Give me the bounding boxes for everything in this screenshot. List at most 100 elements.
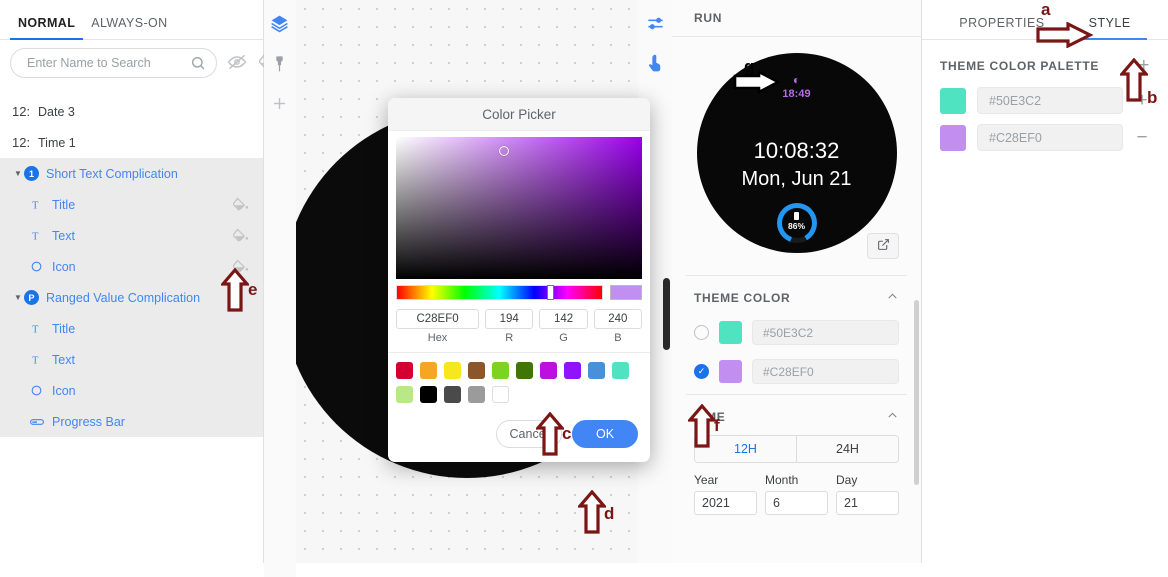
tree-item-title[interactable]: T Title [0, 313, 263, 344]
text-icon: T [30, 322, 52, 335]
watch-face-preview[interactable]: ◐ 18:49 10:08:32 Mon, Jun 21 86% [696, 53, 897, 253]
preset-swatch[interactable] [492, 362, 509, 379]
search-icon[interactable] [190, 55, 206, 71]
chevron-down-icon[interactable]: ▼ [12, 169, 24, 178]
green-input[interactable] [539, 309, 588, 329]
theme-color-swatch-2[interactable] [719, 360, 742, 383]
svg-text:T: T [32, 355, 39, 366]
preset-swatch[interactable] [564, 362, 581, 379]
open-in-new-button[interactable] [867, 233, 899, 259]
theme-color-radio-2[interactable]: ✓ [694, 364, 709, 379]
tree-item-icon[interactable]: Icon [0, 375, 263, 406]
chevron-up-icon[interactable] [886, 409, 899, 425]
preset-swatch[interactable] [444, 362, 461, 379]
hue-slider-handle[interactable] [546, 285, 554, 300]
tree-item-progress-bar[interactable]: Progress Bar [0, 406, 263, 437]
tree-group-ranged-value-complication[interactable]: ▼ P Ranged Value Complication [0, 282, 263, 313]
preset-swatch[interactable] [588, 362, 605, 379]
hex-field-group: Hex [396, 309, 480, 344]
paint-bucket-icon[interactable] [232, 196, 251, 214]
day-input[interactable] [836, 491, 899, 515]
touch-icon[interactable] [646, 54, 666, 74]
preset-swatch[interactable] [492, 386, 509, 403]
palette-row: #50E3C2 + [922, 87, 1168, 124]
paint-bucket-icon[interactable] [232, 227, 251, 245]
preset-swatch[interactable] [468, 386, 485, 403]
theme-color-radio-1[interactable] [694, 325, 709, 340]
sliders-icon[interactable] [646, 14, 666, 34]
preset-swatch[interactable] [396, 362, 413, 379]
theme-color-header[interactable]: THEME COLOR [672, 276, 921, 316]
run-panel-header: RUN [672, 0, 921, 37]
preset-swatch[interactable] [516, 362, 533, 379]
search-row [0, 40, 277, 86]
preset-swatch[interactable] [396, 386, 413, 403]
theme-color-entry[interactable]: ✓ #C28EF0 [672, 355, 921, 388]
tree-item-icon[interactable]: Icon [0, 251, 263, 282]
tree-group-short-text-complication[interactable]: ▼ 1 Short Text Complication [0, 158, 263, 189]
eye-off-icon[interactable] [227, 52, 249, 74]
preset-swatch[interactable] [540, 362, 557, 379]
theme-color-entry[interactable]: #50E3C2 [672, 316, 921, 349]
hue-slider[interactable] [396, 285, 603, 300]
battery-ring: 86% [776, 203, 817, 243]
tab-normal[interactable]: NORMAL [10, 16, 84, 40]
theme-color-hex-2[interactable]: #C28EF0 [752, 359, 899, 384]
palette-hex-2[interactable]: #C28EF0 [977, 124, 1123, 151]
theme-color-swatch-1[interactable] [719, 321, 742, 344]
tree-row[interactable]: 12: Time 1 [0, 127, 263, 158]
dialog-actions: Cancel OK [388, 414, 650, 462]
ok-button[interactable]: OK [572, 420, 638, 448]
svg-text:T: T [32, 324, 39, 335]
tab-style[interactable]: STYLE [1072, 16, 1147, 40]
blue-input[interactable] [593, 309, 643, 329]
search-box[interactable] [10, 48, 217, 78]
tree-item-text[interactable]: T Text [0, 220, 263, 251]
tree-item-label: Short Text Complication [46, 166, 178, 181]
paint-bucket-icon[interactable] [232, 258, 251, 276]
search-input[interactable] [25, 55, 190, 71]
pin-icon[interactable] [270, 54, 290, 74]
preset-swatch[interactable] [420, 386, 437, 403]
hex-input[interactable] [396, 309, 480, 329]
plus-icon[interactable]: + [1138, 56, 1150, 75]
tree-item-label: Icon [52, 259, 76, 274]
preset-swatch[interactable] [420, 362, 437, 379]
palette-swatch-2[interactable] [940, 124, 966, 151]
left-panel: NORMAL ALWAYS-ON Enter Name to Search 12… [0, 0, 277, 563]
tab-always-on[interactable]: ALWAYS-ON [83, 16, 175, 39]
saturation-knob[interactable] [499, 146, 510, 156]
day-group: Day [836, 473, 899, 515]
tab-properties[interactable]: PROPERTIES [959, 16, 1044, 39]
preset-swatch[interactable] [468, 362, 485, 379]
run-panel-scrollbar[interactable] [914, 300, 919, 485]
current-color-swatch [610, 285, 642, 300]
canvas-scrollbar[interactable] [663, 278, 670, 350]
theme-color-palette-header: THEME COLOR PALETTE + [922, 40, 1168, 87]
chevron-up-icon[interactable] [886, 290, 899, 306]
saturation-value-panel[interactable] [396, 137, 642, 279]
layers-icon[interactable] [270, 14, 290, 34]
plus-icon[interactable] [270, 94, 290, 114]
red-field-group: R [485, 309, 534, 344]
tree-row[interactable]: 12: Date 3 [0, 96, 263, 127]
red-input[interactable] [485, 309, 534, 329]
preset-swatch[interactable] [444, 386, 461, 403]
cancel-button[interactable]: Cancel [496, 420, 562, 448]
text-icon: T [30, 353, 52, 366]
battery-icon [794, 212, 799, 220]
open-in-new-icon [877, 238, 890, 254]
preset-swatch[interactable] [612, 362, 629, 379]
tree-item-title[interactable]: T Title [0, 189, 263, 220]
minus-icon[interactable]: − [1134, 128, 1150, 147]
palette-swatch-1[interactable] [940, 87, 966, 114]
time-format-12h[interactable]: 12H [695, 436, 796, 462]
month-input[interactable] [765, 491, 828, 515]
theme-color-hex-1[interactable]: #50E3C2 [752, 320, 899, 345]
chevron-down-icon[interactable]: ▼ [12, 293, 24, 302]
year-input[interactable] [694, 491, 757, 515]
palette-hex-1[interactable]: #50E3C2 [977, 87, 1123, 114]
tree-item-text[interactable]: T Text [0, 344, 263, 375]
time-format-24h[interactable]: 24H [796, 436, 898, 462]
time-section-header[interactable]: TIME [672, 395, 921, 435]
